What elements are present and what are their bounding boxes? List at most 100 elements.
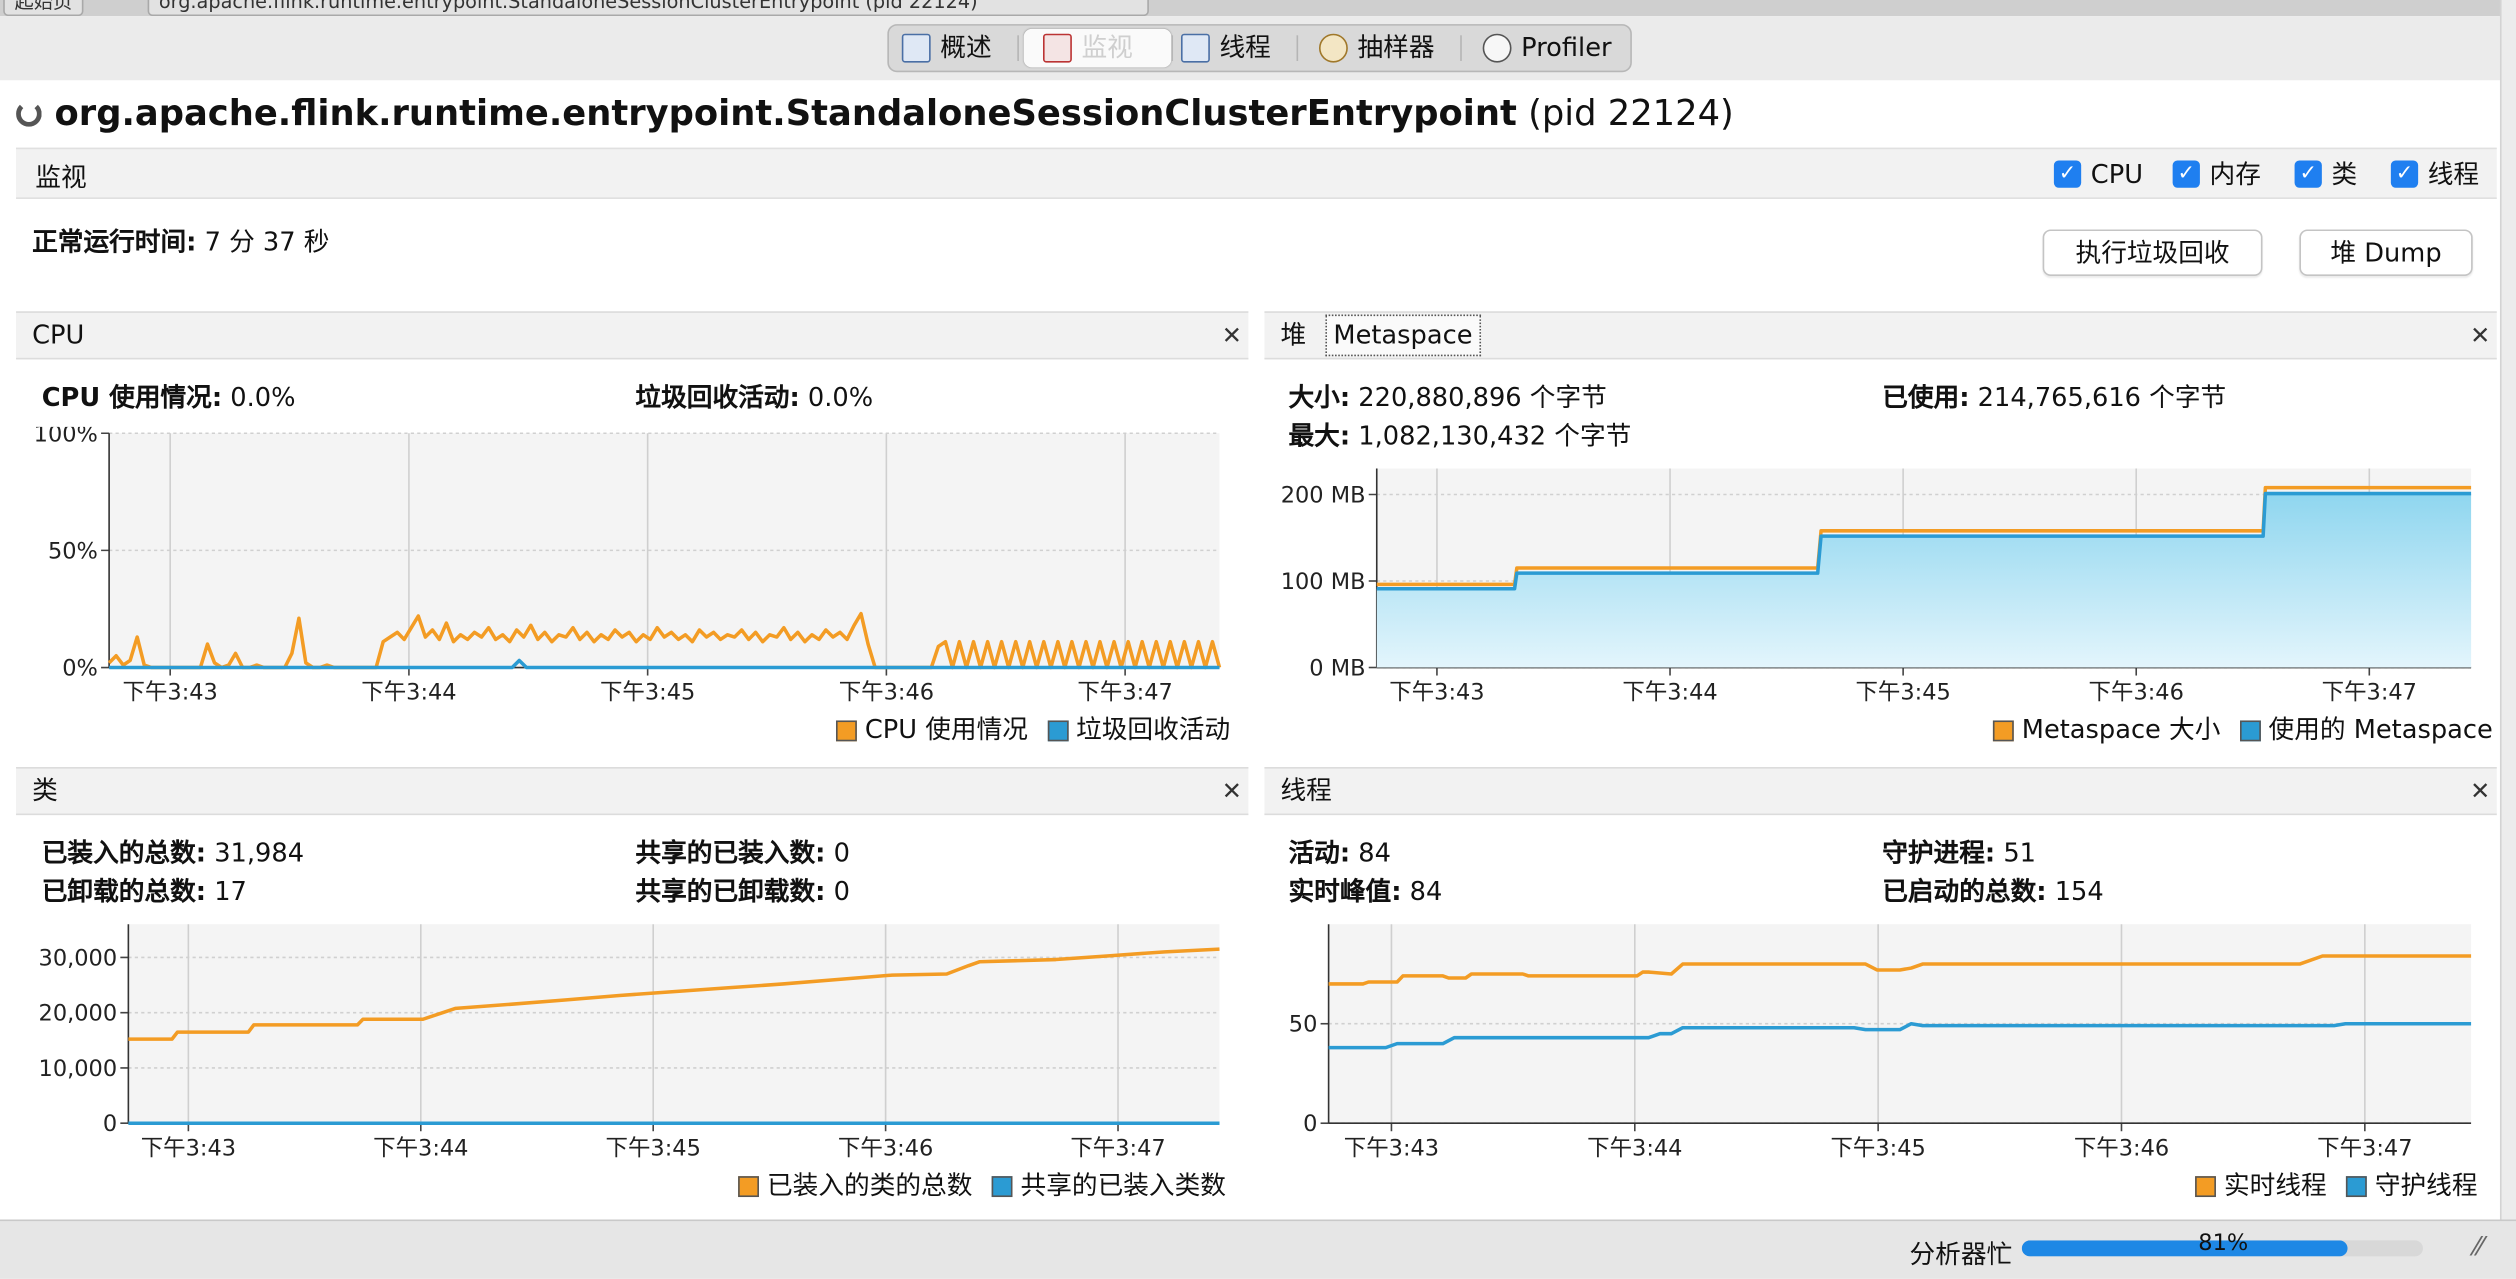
y-tick-label: 100 MB bbox=[1281, 569, 1366, 595]
x-tick-label: 下午3:46 bbox=[839, 680, 934, 706]
stat-value: 51 bbox=[2003, 837, 2037, 869]
close-icon[interactable]: ✕ bbox=[2470, 313, 2490, 358]
tab-profiler[interactable]: Profiler bbox=[1482, 29, 1612, 68]
close-icon[interactable]: ✕ bbox=[1222, 313, 1242, 358]
legend-swatch bbox=[2195, 1175, 2216, 1197]
y-tick-label: 10,000 bbox=[39, 1056, 118, 1082]
legend-swatch bbox=[835, 719, 857, 741]
close-icon[interactable]: ✕ bbox=[1222, 769, 1242, 814]
x-tick-label: 下午3:43 bbox=[141, 1135, 236, 1161]
status-label: 分析器忙 bbox=[1909, 1238, 2013, 1270]
classes-panel-header: 类 ✕ bbox=[16, 766, 1249, 816]
doc-tab-process[interactable]: org.apache.flink.runtime.entrypoint.Stan… bbox=[147, 0, 1149, 17]
legend-label: 垃圾回收活动 bbox=[1076, 714, 1231, 745]
checkbox-memory[interactable]: ✓ 内存 bbox=[2172, 158, 2261, 190]
threads-icon bbox=[1180, 33, 1210, 63]
cpu-panel-header: CPU ✕ bbox=[16, 311, 1249, 360]
stat-value: 214,765,616 个字节 bbox=[1977, 381, 2227, 413]
classes-loaded-stat: 已装入的总数: 31,984 bbox=[42, 838, 304, 870]
stat-label: 已装入的总数: bbox=[41, 837, 207, 869]
uptime-label: 正常运行时间: bbox=[32, 226, 197, 257]
stat-value: 154 bbox=[2054, 876, 2104, 907]
x-tick-label: 下午3:45 bbox=[606, 1135, 701, 1161]
checkbox-memory-label: 内存 bbox=[2209, 158, 2261, 190]
legend-label: Metaspace 大小 bbox=[2021, 714, 2221, 745]
checkbox-classes[interactable]: ✓ 类 bbox=[2294, 160, 2357, 188]
tab-profiler-label: Profiler bbox=[1521, 32, 1612, 63]
tab-separator bbox=[1460, 35, 1462, 61]
metaspace-used-stat: 已使用: 214,765,616 个字节 bbox=[1882, 382, 2226, 414]
stat-label: 已启动的总数: bbox=[1882, 876, 2047, 907]
threads-chart-legend: 实时线程 守护线程 bbox=[2195, 1169, 2478, 1201]
legend-label: 实时线程 bbox=[2223, 1169, 2327, 1201]
shared-unloaded-stat: 共享的已卸载数: 0 bbox=[635, 876, 850, 908]
uptime-value: 7 分 37 秒 bbox=[204, 226, 330, 257]
checkbox-threads[interactable]: ✓ 线程 bbox=[2390, 158, 2480, 190]
metaspace-chart: 200 MB 100 MB 0 MB 下午3:43 下午3:44 下午3:45 下午3:46… bbox=[1281, 468, 2472, 706]
threads-panel-title: 线程 bbox=[1280, 775, 1332, 806]
stat-value: 220,880,896 个字节 bbox=[1358, 381, 1607, 413]
stat-label: 共享的已卸载数: bbox=[635, 876, 826, 907]
stat-value: 0.0% bbox=[230, 381, 296, 413]
x-tick-label: 下午3:44 bbox=[1587, 1135, 1682, 1161]
stat-label: 实时峰值: bbox=[1288, 876, 1402, 907]
view-toolbar: 概述 监视 线程 抽样器 Profiler bbox=[0, 16, 2516, 81]
stat-label: 共享的已装入数: bbox=[635, 837, 826, 869]
app-window: 起始页 org.apache.flink.runtime.entrypoint.… bbox=[0, 0, 2516, 1279]
x-tick-label: 下午3:45 bbox=[600, 680, 695, 706]
stat-label: 已使用: bbox=[1882, 381, 1970, 413]
progress-text: 81% bbox=[2198, 1230, 2249, 1257]
metaspace-size-stat: 大小: 220,880,896 个字节 bbox=[1288, 382, 1606, 414]
checkmark-icon: ✓ bbox=[2390, 160, 2419, 188]
threads-daemon-stat: 守护进程: 51 bbox=[1882, 838, 2036, 870]
tab-monitor[interactable]: 监视 bbox=[1023, 28, 1172, 68]
threads-peak-stat: 实时峰值: 84 bbox=[1288, 876, 1442, 908]
stat-value: 0.0% bbox=[807, 381, 874, 413]
legend-swatch bbox=[1992, 719, 2014, 741]
tab-metaspace[interactable]: Metaspace bbox=[1325, 314, 1481, 357]
shared-loaded-stat: 共享的已装入数: 0 bbox=[635, 838, 850, 870]
classes-unloaded-stat: 已卸载的总数: 17 bbox=[42, 876, 247, 908]
doc-tab-start-page[interactable]: 起始页 bbox=[3, 0, 84, 17]
loading-spinner-icon bbox=[16, 101, 42, 127]
stat-label: 最大: bbox=[1288, 420, 1351, 451]
stat-value: 17 bbox=[214, 876, 247, 907]
metaspace-max-stat: 最大: 1,082,130,432 个字节 bbox=[1288, 420, 1631, 452]
stat-label: 大小: bbox=[1288, 381, 1351, 413]
gc-activity-stat: 垃圾回收活动: 0.0% bbox=[635, 382, 873, 414]
stat-label: 守护进程: bbox=[1882, 837, 1996, 869]
uptime: 正常运行时间: 7 分 37 秒 bbox=[32, 226, 329, 258]
x-tick-label: 下午3:46 bbox=[2089, 680, 2184, 706]
legend-swatch bbox=[2239, 719, 2261, 741]
tab-overview-label: 概述 bbox=[940, 32, 992, 63]
y-tick-label: 50% bbox=[48, 538, 98, 564]
legend-label: 共享的已装入类数 bbox=[1020, 1169, 1226, 1201]
y-tick-label: 0% bbox=[62, 656, 98, 682]
monitor-icon bbox=[1042, 33, 1072, 63]
heap-dump-button[interactable]: 堆 Dump bbox=[2299, 229, 2473, 276]
monitor-section-header: 监视 ✓ CPU ✓ 内存 ✓ 类 ✓ 线程 bbox=[16, 147, 2497, 199]
tab-threads[interactable]: 线程 bbox=[1180, 29, 1271, 68]
legend-swatch bbox=[2345, 1175, 2367, 1197]
tab-overview[interactable]: 概述 bbox=[901, 29, 992, 68]
tab-sampler[interactable]: 抽样器 bbox=[1318, 29, 1435, 68]
process-pid: (pid 22124) bbox=[1528, 94, 1734, 135]
legend-swatch bbox=[991, 1175, 1013, 1197]
stat-value: 84 bbox=[1358, 837, 1391, 869]
x-tick-label: 下午3:47 bbox=[1070, 1135, 1165, 1161]
x-tick-label: 下午3:47 bbox=[2322, 680, 2417, 706]
close-icon[interactable]: ✕ bbox=[2470, 769, 2490, 814]
x-tick-label: 下午3:44 bbox=[373, 1135, 468, 1161]
checkbox-threads-label: 线程 bbox=[2427, 158, 2480, 190]
tab-heap[interactable]: 堆 bbox=[1280, 313, 1306, 358]
gc-button[interactable]: 执行垃圾回收 bbox=[2042, 229, 2263, 276]
checkbox-cpu[interactable]: ✓ CPU bbox=[2053, 158, 2143, 190]
legend-label: 已装入的类的总数 bbox=[766, 1169, 973, 1201]
y-tick-label: 20,000 bbox=[39, 1001, 118, 1027]
view-tab-group: 概述 监视 线程 抽样器 Profiler bbox=[887, 24, 1632, 73]
tab-separator bbox=[1017, 35, 1019, 61]
tab-monitor-label: 监视 bbox=[1081, 32, 1133, 63]
checkbox-cpu-label: CPU bbox=[2090, 158, 2143, 190]
classes-panel-title: 类 bbox=[32, 775, 58, 806]
stat-value: 0 bbox=[833, 837, 850, 869]
